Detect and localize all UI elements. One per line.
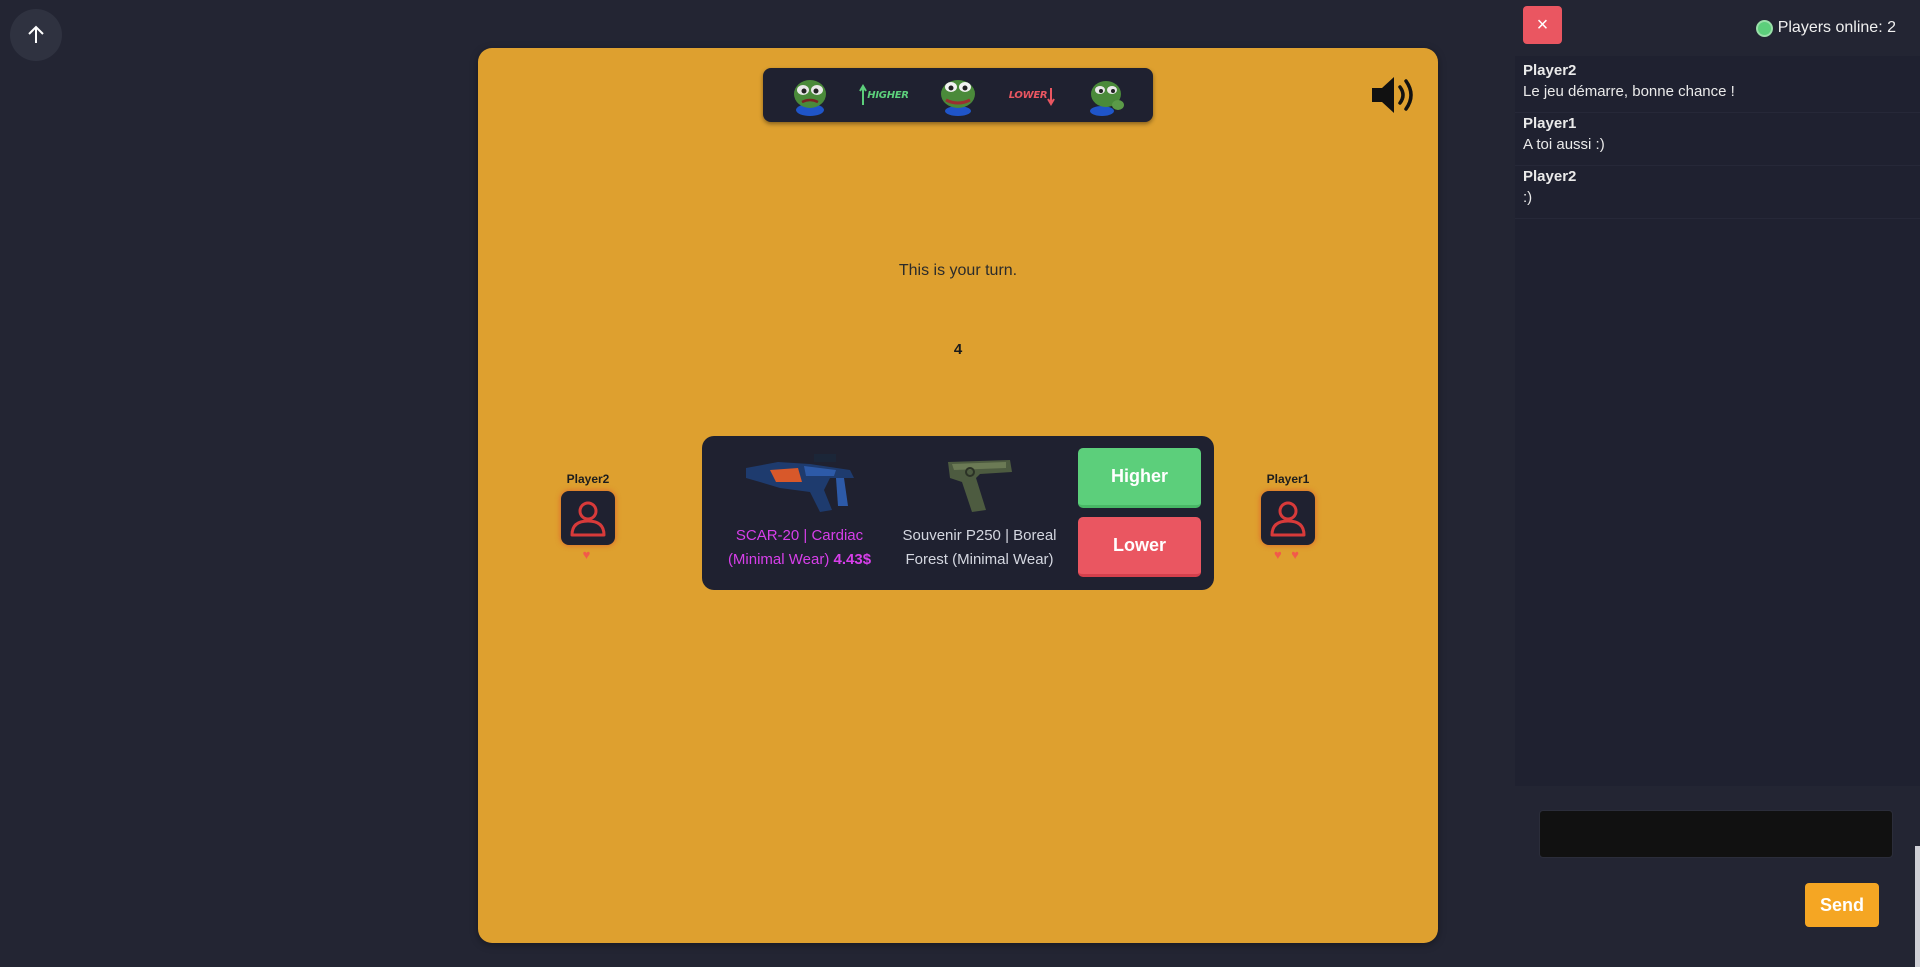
item-current-image (712, 444, 887, 522)
scroll-top-button[interactable] (10, 9, 62, 61)
sound-toggle-button[interactable] (1368, 70, 1418, 120)
players-online-text: Players online: 2 (1777, 19, 1896, 36)
players-online: Players online: 2 (1757, 19, 1896, 37)
chat-messages: Player2 Le jeu démarre, bonne chance ! P… (1515, 60, 1920, 219)
lower-arrow-icon (1047, 88, 1056, 106)
player-right: Player1 ♥ ♥ (1248, 472, 1328, 562)
emote-higher[interactable]: HIGHER (859, 73, 909, 117)
send-button[interactable]: Send (1805, 883, 1879, 927)
chat-scrollbar[interactable] (1915, 846, 1920, 967)
user-icon (570, 501, 606, 537)
chat-message: Player2 :) (1515, 166, 1920, 219)
chat-message-user: Player2 (1523, 168, 1577, 185)
score-counter: 4 (953, 341, 963, 358)
chat-panel: × Players online: 2 Player2 Le jeu démar… (1515, 0, 1920, 967)
pistol-icon (947, 460, 1012, 512)
item-current-price: 4.43$ (833, 551, 872, 568)
chat-footer: Send (1515, 786, 1920, 967)
pepe-cry-icon (794, 80, 826, 116)
item-current: SCAR-20 | Cardiac (Minimal Wear) 4.43$ (712, 444, 887, 572)
turn-indicator: This is your turn. (898, 262, 1018, 279)
item-next: Souvenir P250 | Boreal Forest (Minimal W… (892, 444, 1067, 572)
compare-card: SCAR-20 | Cardiac (Minimal Wear) 4.43$ S… (702, 436, 1214, 590)
player-left-name: Player2 (566, 472, 610, 486)
player-right-name: Player1 (1266, 472, 1310, 486)
user-icon (1270, 501, 1306, 537)
avatar (1261, 491, 1315, 545)
chat-header: × Players online: 2 (1515, 0, 1920, 56)
chat-input[interactable] (1539, 810, 1893, 858)
player-left: Player2 ♥ (548, 472, 628, 562)
emote-pepe-think[interactable] (1081, 73, 1131, 117)
chat-message-text: A toi aussi :) (1523, 136, 1605, 153)
lower-button[interactable]: Lower (1078, 517, 1201, 577)
item-next-image (892, 444, 1067, 522)
game-panel: HIGHER LOWER This is your turn. 4 Player… (478, 48, 1438, 943)
emote-pepe-smile[interactable] (933, 73, 983, 117)
chat-message-text: :) (1523, 189, 1533, 206)
chat-message: Player2 Le jeu démarre, bonne chance ! (1515, 60, 1920, 113)
higher-arrow-icon (859, 84, 868, 105)
player-right-lives: ♥ ♥ (1273, 547, 1303, 562)
chat-message-user: Player1 (1523, 115, 1577, 132)
higher-button[interactable]: Higher (1078, 448, 1201, 508)
chat-message: Player1 A toi aussi :) (1515, 113, 1920, 166)
chat-message-text: Le jeu démarre, bonne chance ! (1523, 83, 1735, 100)
emote-lower[interactable]: LOWER (1007, 73, 1057, 117)
emote-bar: HIGHER LOWER (763, 68, 1153, 122)
item-next-name: Souvenir P250 | Boreal Forest (Minimal W… (902, 527, 1057, 568)
emote-pepe-cry[interactable] (785, 73, 835, 117)
higher-emote-label: HIGHER (867, 89, 909, 101)
online-status-icon (1757, 21, 1771, 35)
pepe-think-icon (1090, 81, 1124, 116)
chat-message-user: Player2 (1523, 62, 1577, 79)
player-left-lives: ♥ (582, 547, 594, 562)
arrow-up-icon (28, 25, 44, 43)
avatar (561, 491, 615, 545)
close-chat-button[interactable]: × (1523, 6, 1562, 44)
lower-emote-label: LOWER (1008, 89, 1048, 101)
speaker-icon (1372, 77, 1413, 113)
pepe-smile-icon (941, 80, 975, 116)
rifle-icon (745, 454, 854, 512)
